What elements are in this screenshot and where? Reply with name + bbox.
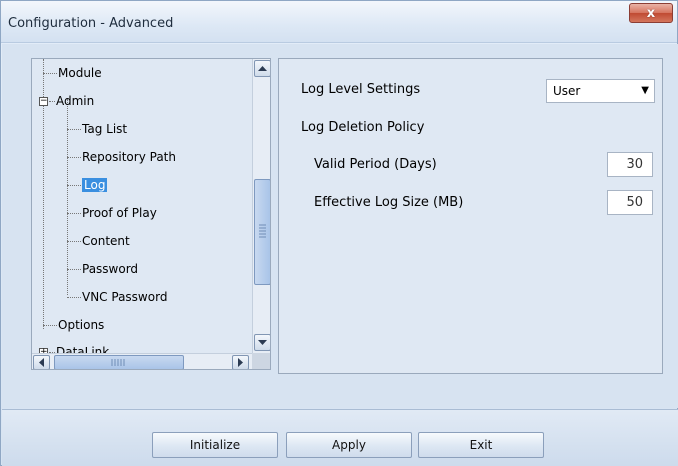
tree-item-tag-list[interactable]: Tag List	[67, 120, 127, 138]
scroll-thumb-horizontal[interactable]	[54, 355, 184, 369]
scroll-thumb-vertical[interactable]	[254, 179, 270, 285]
tree-item-password[interactable]: Password	[67, 260, 138, 278]
triangle-up-icon	[258, 66, 267, 71]
configuration-window: Configuration - Advanced x Module − Admi…	[0, 0, 678, 466]
close-icon: x	[646, 5, 656, 21]
exit-button[interactable]: Exit	[418, 432, 544, 458]
scrollbar-corner	[252, 353, 270, 369]
tree-item-proof-of-play[interactable]: Proof of Play	[67, 204, 157, 222]
triangle-down-icon	[258, 340, 267, 345]
tree-item-module[interactable]: Module	[43, 64, 102, 82]
log-level-label: Log Level Settings	[301, 82, 421, 97]
tree-item-content[interactable]: Content	[67, 232, 130, 250]
title-bar: Configuration - Advanced x	[1, 1, 677, 43]
grip-icon	[111, 359, 125, 366]
tree-item-vnc-password[interactable]: VNC Password	[67, 288, 167, 306]
tree-list: Module − Admin Tag List Repository Path …	[32, 59, 252, 353]
window-title: Configuration - Advanced	[8, 16, 174, 31]
scroll-right-button[interactable]	[232, 355, 249, 369]
log-level-select[interactable]: User ▼	[546, 79, 655, 103]
button-bar: Initialize Apply Exit	[2, 409, 678, 466]
triangle-down-icon: ▼	[641, 85, 649, 96]
tree-vertical-scrollbar[interactable]	[252, 59, 270, 353]
scroll-left-button[interactable]	[33, 355, 50, 369]
scroll-down-button[interactable]	[254, 334, 270, 351]
tree-item-options[interactable]: Options	[43, 316, 104, 334]
log-deletion-policy-label: Log Deletion Policy	[301, 120, 425, 135]
apply-button[interactable]: Apply	[286, 432, 412, 458]
tree-item-datalink[interactable]: DataLink	[49, 343, 109, 353]
tree-item-admin[interactable]: Admin	[49, 92, 94, 110]
close-button[interactable]: x	[629, 3, 673, 23]
log-level-value: User	[553, 84, 581, 98]
valid-period-label: Valid Period (Days)	[314, 157, 437, 172]
scroll-up-button[interactable]	[254, 60, 270, 77]
triangle-right-icon	[238, 358, 243, 367]
tree-horizontal-scrollbar[interactable]	[32, 353, 252, 369]
log-settings-panel: Log Level Settings User ▼ Log Deletion P…	[278, 58, 663, 374]
valid-period-field[interactable]: 30	[607, 152, 653, 177]
minus-box-icon[interactable]: −	[39, 97, 48, 106]
tree-item-log[interactable]: Log	[67, 176, 108, 194]
settings-tree: Module − Admin Tag List Repository Path …	[31, 58, 271, 370]
effective-log-size-field[interactable]: 50	[607, 190, 653, 215]
triangle-left-icon	[39, 358, 44, 367]
effective-log-size-label: Effective Log Size (MB)	[314, 195, 464, 210]
tree-item-repository-path[interactable]: Repository Path	[67, 148, 176, 166]
grip-icon	[259, 224, 266, 238]
initialize-button[interactable]: Initialize	[152, 432, 278, 458]
